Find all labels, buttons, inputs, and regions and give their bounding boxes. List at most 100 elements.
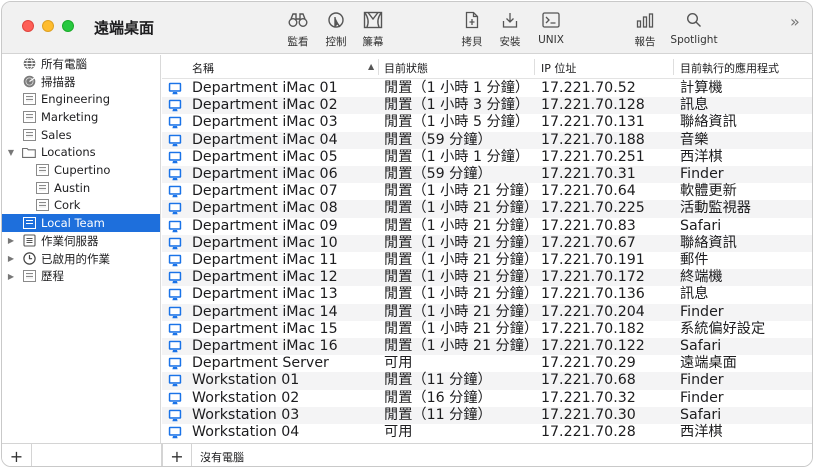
table-row[interactable]: Department iMac 14 閒置（1 小時 21 分鐘） 17.221.7… xyxy=(162,303,812,321)
cell-status: 閒置（16 分鐘） xyxy=(384,389,492,406)
cell-ip: 17.221.70.131 xyxy=(541,114,645,131)
report-bars-icon xyxy=(634,10,656,30)
table-row[interactable]: Department iMac 15 閒置（1 小時 21 分鐘） 17.221.7… xyxy=(162,320,812,338)
sidebar-item-marketing[interactable]: Marketing xyxy=(2,108,160,126)
cell-app: 訊息 xyxy=(680,97,709,114)
cell-app: 聯絡資訊 xyxy=(680,234,737,251)
curtain-button[interactable]: 簾幕 xyxy=(341,10,405,50)
cell-app: 系統偏好設定 xyxy=(680,320,766,337)
sidebar-item-cupertino[interactable]: Cupertino xyxy=(2,161,160,179)
sidebar-item-active-tasks[interactable]: ▶ 已啟用的作業 xyxy=(2,250,160,268)
table-row[interactable]: Department iMac 03 閒置（1 小時 5 分鐘） 17.221.70… xyxy=(162,114,812,131)
table-row[interactable]: Department iMac 05 閒置（1 小時 1 分鐘） 17.221.70… xyxy=(162,148,812,166)
table-row[interactable]: Department iMac 07 閒置（1 小時 21 分鐘） 17.221.7… xyxy=(162,183,812,200)
column-divider[interactable] xyxy=(534,59,535,75)
cell-ip: 17.221.70.191 xyxy=(541,252,645,268)
computer-monitor-icon xyxy=(168,392,182,404)
zoom-window-button[interactable] xyxy=(62,20,74,32)
table-row[interactable]: Department iMac 04 閒置（59 分鐘） 17.221.70.188… xyxy=(162,131,812,149)
table-row[interactable]: Department iMac 10 閒置（1 小時 21 分鐘） 17.221.7… xyxy=(162,234,812,252)
computer-monitor-icon xyxy=(168,323,182,335)
table-row[interactable]: Department iMac 02 閒置（1 小時 3 分鐘） 17.221.70… xyxy=(162,97,812,115)
cell-app: Finder xyxy=(680,389,724,406)
sidebar-item-history[interactable]: ▶ 歷程 xyxy=(2,267,160,285)
cell-status: 閒置（1 小時 1 分鐘） xyxy=(384,148,530,165)
cell-app: Finder xyxy=(680,303,724,320)
column-header-name[interactable]: 名稱 xyxy=(192,60,214,76)
cell-status: 閒置（59 分鐘） xyxy=(384,166,492,182)
table-row[interactable]: Workstation 02 閒置（16 分鐘） 17.221.70.32 Finde… xyxy=(162,389,812,407)
cell-name: Workstation 02 xyxy=(192,389,300,406)
sidebar-item-austin[interactable]: Austin xyxy=(2,179,160,197)
table-row[interactable]: Workstation 01 閒置（11 分鐘） 17.221.70.68 Finde… xyxy=(162,372,812,390)
close-window-button[interactable] xyxy=(22,20,34,32)
table-row[interactable]: Department iMac 13 閒置（1 小時 21 分鐘） 17.221.7… xyxy=(162,286,812,303)
sidebar-item-engineering[interactable]: Engineering xyxy=(2,90,160,108)
computer-monitor-icon xyxy=(168,426,182,439)
cell-app: 活動監視器 xyxy=(680,200,751,217)
add-list-button[interactable]: + xyxy=(2,444,32,466)
spotlight-button[interactable]: Spotlight xyxy=(662,10,726,50)
table-row[interactable]: Department iMac 06 閒置（59 分鐘） 17.221.70.31 F… xyxy=(162,166,812,184)
cell-name: Department iMac 04 xyxy=(192,131,338,148)
table-row[interactable]: Workstation 03 閒置（11 分鐘） 17.221.70.30 Safar… xyxy=(162,406,812,424)
cell-ip: 17.221.70.204 xyxy=(541,303,645,320)
computer-table: 名稱 ▲ 目前狀態 IP 位址 目前執行的應用程式 Department iMa… xyxy=(162,55,812,443)
cell-app: 軟體更新 xyxy=(680,183,737,200)
column-header-status[interactable]: 目前狀態 xyxy=(384,60,428,76)
minimize-window-button[interactable] xyxy=(42,20,54,32)
add-computer-button[interactable]: + xyxy=(162,444,192,466)
cell-name: Department iMac 03 xyxy=(192,114,338,131)
computer-monitor-icon xyxy=(168,254,182,267)
reports-label: 報告 xyxy=(634,36,656,48)
cell-status: 閒置（59 分鐘） xyxy=(384,131,492,148)
terminal-icon xyxy=(540,10,562,30)
cell-status: 閒置（1 小時 21 分鐘） xyxy=(384,338,539,354)
cell-app: 西洋棋 xyxy=(680,148,723,165)
table-row[interactable]: Department iMac 16 閒置（1 小時 21 分鐘） 17.221.7… xyxy=(162,338,812,356)
cell-app: Safari xyxy=(680,217,722,234)
cell-status: 閒置（11 分鐘） xyxy=(384,372,492,389)
cell-ip: 17.221.70.182 xyxy=(541,320,645,337)
double-chevron-right-icon[interactable]: » xyxy=(790,12,800,31)
column-divider[interactable] xyxy=(378,59,379,75)
disclosure-right-icon[interactable]: ▶ xyxy=(6,272,16,281)
cell-ip: 17.221.70.29 xyxy=(541,355,636,372)
sidebar-item-scanner[interactable]: 掃描器 xyxy=(2,73,160,91)
table-row[interactable]: Department iMac 11 閒置（1 小時 21 分鐘） 17.221.7… xyxy=(162,252,812,269)
table-row[interactable]: Workstation 04 可用 17.221.70.28 西洋棋 xyxy=(162,424,812,441)
unix-button[interactable]: UNIX xyxy=(519,10,583,50)
folder-icon xyxy=(22,146,36,159)
cell-status: 閒置（1 小時 21 分鐘） xyxy=(384,252,539,268)
install-label: 安裝 xyxy=(499,36,521,48)
sidebar-item-sales[interactable]: Sales xyxy=(2,126,160,144)
sort-ascending-icon[interactable]: ▲ xyxy=(368,62,374,71)
sidebar-item-locations[interactable]: ▼ Locations xyxy=(2,144,160,162)
table-row[interactable]: Department iMac 08 閒置（1 小時 21 分鐘） 17.221.7… xyxy=(162,200,812,218)
table-row[interactable]: Department iMac 12 閒置（1 小時 21 分鐘） 17.221.7… xyxy=(162,269,812,287)
disclosure-right-icon[interactable]: ▶ xyxy=(6,254,16,263)
disclosure-right-icon[interactable]: ▶ xyxy=(6,236,16,245)
column-header-ip[interactable]: IP 位址 xyxy=(541,60,576,76)
sidebar-item-task-server[interactable]: ▶ 作業伺服器 xyxy=(2,232,160,250)
table-row[interactable]: Department Server 可用 17.221.70.29 遠端桌面 xyxy=(162,355,812,372)
cell-ip: 17.221.70.128 xyxy=(541,97,645,114)
sidebar-item-all-computers[interactable]: 所有電腦 xyxy=(2,55,160,73)
table-row[interactable]: Department iMac 01 閒置（1 小時 1 分鐘） 17.221.70… xyxy=(162,80,812,97)
table-row[interactable]: Department iMac 09 閒置（1 小時 21 分鐘） 17.221.7… xyxy=(162,217,812,235)
computer-monitor-icon xyxy=(168,151,182,163)
cell-app: Finder xyxy=(680,372,724,389)
column-header-app[interactable]: 目前執行的應用程式 xyxy=(680,60,779,76)
table-header: 名稱 ▲ 目前狀態 IP 位址 目前執行的應用程式 xyxy=(162,55,812,79)
sidebar-item-local-team[interactable]: Local Team xyxy=(2,214,160,232)
scanner-radar-icon xyxy=(22,75,36,88)
cell-name: Department Server xyxy=(192,355,329,372)
cell-status: 閒置（1 小時 1 分鐘） xyxy=(384,80,530,96)
cell-name: Department iMac 05 xyxy=(192,148,338,165)
sidebar-item-cork[interactable]: Cork xyxy=(2,197,160,215)
cell-name: Department iMac 02 xyxy=(192,97,338,114)
column-divider[interactable] xyxy=(673,59,674,75)
magnifier-icon xyxy=(683,10,705,30)
cell-ip: 17.221.70.251 xyxy=(541,148,645,165)
disclosure-down-icon[interactable]: ▼ xyxy=(6,148,16,157)
